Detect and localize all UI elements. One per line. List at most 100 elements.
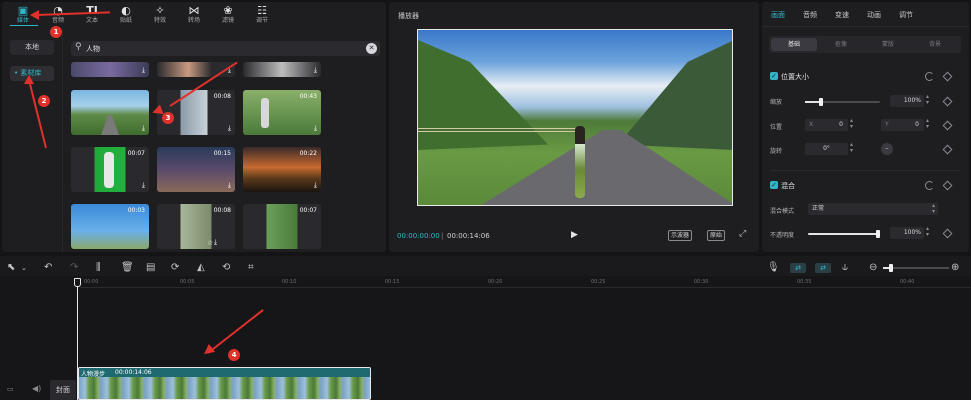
reverse-icon[interactable]: ⟳: [171, 262, 179, 274]
media-thumb-r3c0[interactable]: 00:03: [71, 204, 149, 249]
select-tool-icon[interactable]: ⬉: [7, 262, 15, 274]
tab-audio[interactable]: 音频: [803, 10, 817, 20]
opacity-slider-track[interactable]: [808, 230, 880, 238]
link-preview-icon[interactable]: ⇄: [815, 263, 831, 273]
video-clip[interactable]: 人物漫步 00:00:14:06: [78, 367, 371, 400]
subtab-mask[interactable]: 蒙版: [865, 38, 911, 51]
download-icon[interactable]: ⤓: [142, 66, 145, 75]
zoom-out-icon[interactable]: ⊖: [869, 262, 877, 274]
tab-speed[interactable]: 变速: [835, 10, 849, 20]
position-x-stepper-icon[interactable]: ▴ ▾: [850, 118, 853, 130]
media-duration: 00:07: [127, 150, 145, 157]
subtab-basic[interactable]: 基础: [771, 38, 817, 51]
player-current-time: 00:00:00:00: [397, 232, 440, 240]
opacity-input[interactable]: 100%: [890, 227, 924, 239]
blend-title: 混合: [781, 182, 795, 190]
download-icon[interactable]: ⤓: [314, 124, 317, 133]
chevron-down-icon[interactable]: ⌄: [21, 262, 27, 274]
tab-picture[interactable]: 画面: [771, 10, 785, 20]
tool-text[interactable]: TI 文本: [77, 4, 107, 25]
download-icon[interactable]: ⤓: [214, 238, 217, 247]
ratio-button[interactable]: 原始: [707, 230, 726, 241]
sidebar-item-local[interactable]: 本地: [10, 40, 54, 55]
cover-label: 封面: [56, 386, 70, 394]
position-y-value: 0: [915, 121, 919, 128]
blend-checkbox[interactable]: ✓: [770, 181, 778, 189]
position-size-checkbox[interactable]: ✓: [770, 72, 778, 80]
redo-icon[interactable]: ↷: [70, 262, 78, 274]
opacity-stepper-icon[interactable]: ▴ ▾: [926, 226, 929, 238]
player-video[interactable]: [417, 29, 733, 206]
rotate-stepper-icon[interactable]: ▴ ▾: [850, 142, 853, 154]
microphone-icon[interactable]: 🎙: [767, 262, 780, 274]
tab-adjust[interactable]: 调节: [899, 10, 913, 20]
position-y-input[interactable]: Y 0: [881, 119, 924, 131]
scale-input[interactable]: 100%: [890, 95, 924, 107]
download-icon[interactable]: ⤓: [228, 181, 231, 190]
tool-adjust[interactable]: ☷ 调节: [247, 4, 277, 25]
delete-icon[interactable]: 🗑: [121, 262, 134, 274]
rotate-input[interactable]: 0°: [805, 143, 848, 155]
timeline-tick: 00:10: [282, 279, 297, 285]
tab-animation[interactable]: 动画: [867, 10, 881, 20]
scale-slider-track[interactable]: [805, 98, 880, 106]
zoom-slider-track[interactable]: [883, 264, 949, 272]
link-main-track-icon[interactable]: ⇄: [790, 263, 806, 273]
opacity-value: 100%: [903, 229, 921, 236]
zoom-slider-handle[interactable]: [889, 264, 893, 272]
rotate-icon[interactable]: ⟲: [222, 262, 230, 274]
download-icon[interactable]: ⤓: [142, 124, 145, 133]
person-shape: [104, 152, 114, 188]
track-visibility-icon[interactable]: ▭: [7, 385, 14, 393]
subtab-background[interactable]: 背景: [912, 38, 958, 51]
media-thumb-r2c1[interactable]: 00:15 ⤓: [157, 147, 235, 192]
media-thumb-r1c0[interactable]: ⤓: [71, 90, 149, 135]
person-shape: [261, 98, 269, 128]
road-shape: [101, 115, 119, 135]
tool-sticker[interactable]: ◐ 贴纸: [111, 4, 141, 25]
subtab-cutout[interactable]: 抠像: [818, 38, 864, 51]
download-icon[interactable]: ⤓: [142, 181, 145, 190]
undo-icon[interactable]: ↶: [44, 262, 52, 274]
download-icon[interactable]: ⤓: [228, 124, 231, 133]
media-thumb-r3c2[interactable]: 00:07: [243, 204, 321, 249]
media-thumb-r0c2[interactable]: ⤓: [243, 62, 321, 77]
mirror-icon[interactable]: ◭: [197, 262, 205, 274]
media-thumb-r2c2[interactable]: 00:22 ⤓: [243, 147, 321, 192]
media-thumb-r3c1[interactable]: 00:08 ⤓ ☆: [157, 204, 235, 249]
position-label: 位置: [770, 124, 783, 131]
split-screen-icon[interactable]: ⫝: [842, 262, 848, 274]
tool-effects[interactable]: ✧ 特效: [145, 4, 175, 25]
playhead-handle[interactable]: [74, 278, 81, 287]
fullscreen-icon[interactable]: ⤢: [739, 229, 746, 239]
media-thumb-r2c0[interactable]: 00:07 ⤓: [71, 147, 149, 192]
favorite-icon[interactable]: ☆: [207, 239, 213, 247]
freeze-icon[interactable]: ▤: [146, 262, 155, 274]
position-y-stepper-icon[interactable]: ▴ ▾: [926, 118, 929, 130]
opacity-slider-handle[interactable]: [876, 230, 880, 238]
media-thumb-r1c2[interactable]: 00:43 ⤓: [243, 90, 321, 135]
reset-icon[interactable]: [925, 181, 934, 190]
download-icon[interactable]: ⤓: [314, 181, 317, 190]
scale-stepper-icon[interactable]: ▴ ▾: [926, 94, 929, 106]
search-box[interactable]: ⚲ 人物 ✕: [71, 41, 380, 56]
position-x-input[interactable]: X 0: [805, 119, 848, 131]
media-thumb-r0c0[interactable]: ⤓: [71, 62, 149, 77]
search-input[interactable]: 人物: [86, 44, 100, 54]
blend-mode-select[interactable]: 正常 ▴ ▾: [808, 203, 938, 215]
mountain-right: [618, 40, 732, 150]
tool-transition[interactable]: ⋈ 转场: [179, 4, 209, 25]
clear-search-icon[interactable]: ✕: [366, 43, 377, 54]
scope-button[interactable]: 示波器: [668, 230, 693, 241]
rotate-dial[interactable]: –: [881, 143, 893, 155]
cover-button[interactable]: 封面: [50, 380, 76, 400]
scale-slider-handle[interactable]: [819, 98, 823, 106]
crop-icon[interactable]: ⌗: [248, 262, 254, 274]
play-button[interactable]: ▶: [571, 230, 578, 240]
track-mute-icon[interactable]: ◀): [32, 384, 41, 393]
zoom-in-icon[interactable]: ⊕: [951, 262, 959, 274]
reset-icon[interactable]: [925, 72, 934, 81]
tool-filter[interactable]: ❀ 滤镜: [213, 4, 243, 25]
split-icon[interactable]: ⫼: [96, 262, 101, 274]
download-icon[interactable]: ⤓: [314, 66, 317, 75]
